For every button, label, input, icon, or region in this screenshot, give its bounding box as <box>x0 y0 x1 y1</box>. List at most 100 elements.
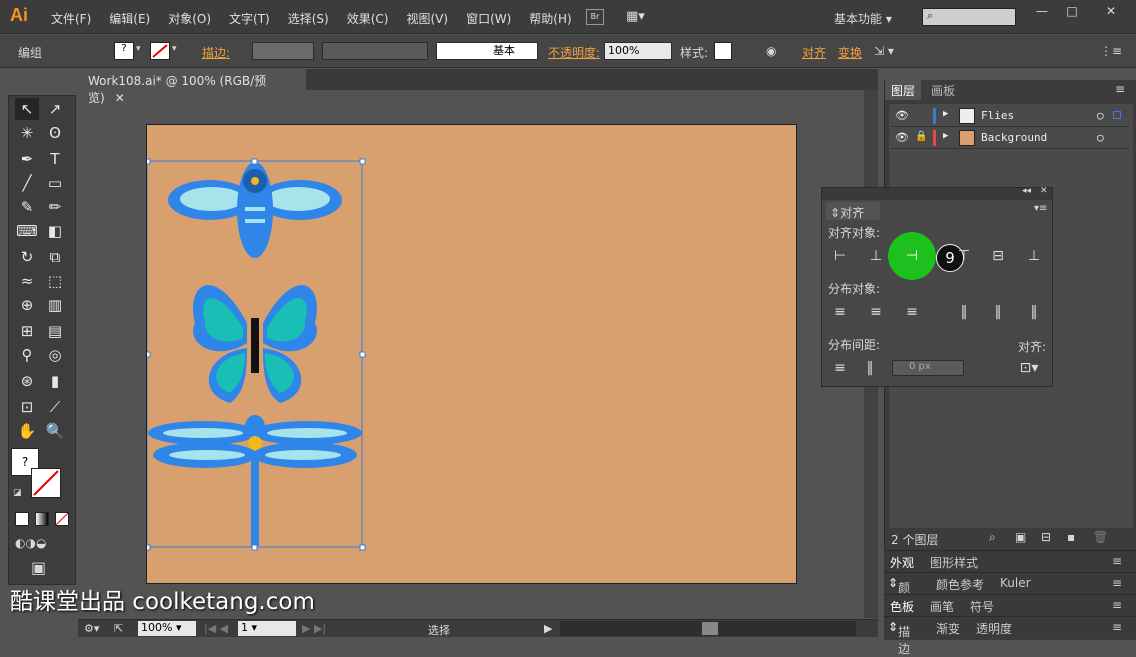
symbol-sprayer-tool-icon[interactable]: ⊛ <box>15 370 39 392</box>
horizontal-distribute-left-icon[interactable]: ‖ <box>956 304 972 320</box>
tab-stroke[interactable]: ⇕ 描边 <box>888 620 910 656</box>
menu-window[interactable]: 窗口(W) <box>457 10 520 27</box>
stroke-swatch[interactable] <box>150 42 170 60</box>
panel-menu-icon[interactable]: ≡ <box>1112 620 1122 634</box>
opacity-label[interactable]: 不透明度: <box>548 44 600 61</box>
menu-file[interactable]: 文件(F) <box>42 10 100 27</box>
perspective-grid-tool-icon[interactable]: ▥ <box>43 294 67 316</box>
artboard-tool-icon[interactable]: ⊡ <box>15 396 39 418</box>
locate-object-icon[interactable]: ⌕ <box>989 530 996 545</box>
panel-close-icon[interactable]: ✕ <box>1040 186 1048 196</box>
close-button[interactable]: ✕ <box>1090 4 1132 20</box>
document-tab[interactable]: Work108.ai* @ 100% (RGB/预览) ✕ <box>78 69 306 105</box>
opacity-field[interactable]: 100% <box>604 42 672 60</box>
visibility-eye-icon[interactable]: 👁 <box>895 109 909 122</box>
tab-color-guide[interactable]: 颜色参考 <box>936 576 984 593</box>
stroke-dropdown-icon[interactable]: ▾ <box>172 44 177 54</box>
layer-name[interactable]: Flies <box>981 109 1014 122</box>
artboard[interactable] <box>144 124 797 584</box>
minimize-button[interactable]: — <box>1028 4 1056 20</box>
panel-menu-icon[interactable]: ≡ <box>1112 576 1122 590</box>
hand-tool-icon[interactable]: ✋ <box>15 420 39 442</box>
direct-selection-tool-icon[interactable]: ↗ <box>43 98 67 120</box>
panel-menu-icon[interactable]: ≡ <box>1112 554 1122 568</box>
eyedropper-tool-icon[interactable]: ⚲ <box>15 344 39 366</box>
stroke-color-box[interactable] <box>31 468 61 498</box>
pencil-tool-icon[interactable]: ✏ <box>43 196 67 218</box>
fill-swatch[interactable]: ? <box>114 42 134 60</box>
horizontal-distribute-right-icon[interactable]: ‖ <box>1026 304 1042 320</box>
target-icon[interactable]: ○ <box>1097 109 1104 122</box>
type-tool-icon[interactable]: T <box>43 148 67 170</box>
free-transform-tool-icon[interactable]: ⬚ <box>43 270 67 292</box>
close-tab-icon[interactable]: ✕ <box>115 91 125 105</box>
screen-mode-icon[interactable]: ▣ <box>31 558 46 577</box>
tab-graphic-styles[interactable]: 图形样式 <box>930 554 978 571</box>
color-mode-icon[interactable] <box>15 512 29 526</box>
tab-symbols[interactable]: 符号 <box>970 598 994 615</box>
collapse-icon[interactable]: ◂◂ <box>1022 186 1031 196</box>
paintbrush-tool-icon[interactable]: ✎ <box>15 196 39 218</box>
search-input[interactable]: ⌕ <box>922 8 1016 26</box>
horizontal-distribute-space-icon[interactable]: ‖ <box>862 360 878 376</box>
tab-kuler[interactable]: Kuler <box>1000 576 1031 590</box>
eraser-tool-icon[interactable]: ◧ <box>43 220 67 242</box>
layers-menu-icon[interactable]: ≡ <box>1115 82 1125 96</box>
align-to-dropdown-icon[interactable]: ⊡▾ <box>1016 360 1042 376</box>
panel-menu-icon[interactable]: ≡ <box>1112 598 1122 612</box>
last-page-icon[interactable]: ▶ ▶| <box>302 622 326 635</box>
selection-indicator[interactable] <box>1113 111 1121 119</box>
vertical-align-center-icon[interactable]: ⊟ <box>990 248 1006 264</box>
scale-tool-icon[interactable]: ⧉ <box>43 246 67 268</box>
tab-appearance[interactable]: 外观 <box>890 554 914 571</box>
layer-name[interactable]: Background <box>981 131 1047 144</box>
tab-gradient[interactable]: 渐变 <box>936 620 960 637</box>
artboard-navigator-icon[interactable]: ⚙▾ <box>84 622 99 635</box>
tab-artboards[interactable]: 画板 <box>925 80 961 100</box>
none-mode-icon[interactable] <box>55 512 69 526</box>
drawing-modes-icon[interactable]: ◐◑◒ <box>15 536 46 550</box>
recolor-icon[interactable]: ◉ <box>766 44 776 58</box>
zoom-field[interactable]: 100% ▾ <box>138 621 196 636</box>
vertical-align-bottom-icon[interactable]: ⊥ <box>1026 248 1042 264</box>
menu-view[interactable]: 视图(V) <box>397 10 457 27</box>
rectangle-tool-icon[interactable]: ▭ <box>43 172 67 194</box>
gradient-mode-icon[interactable] <box>35 512 49 526</box>
vertical-distribute-space-icon[interactable]: ≡ <box>832 360 848 376</box>
page-field[interactable]: 1 ▾ <box>238 621 296 636</box>
vertical-distribute-top-icon[interactable]: ≡ <box>832 304 848 320</box>
default-colors-icon[interactable]: ◪ <box>13 488 22 498</box>
stroke-weight-field[interactable] <box>252 42 314 60</box>
stroke-label[interactable]: 描边: <box>202 44 230 61</box>
rotate-tool-icon[interactable]: ↻ <box>15 246 39 268</box>
menu-effect[interactable]: 效果(C) <box>338 10 398 27</box>
align-link[interactable]: 对齐 <box>802 44 826 61</box>
layer-row[interactable]: 👁 ▶ Flies ○ <box>891 106 1129 127</box>
gradient-tool-icon[interactable]: ▤ <box>43 320 67 342</box>
selection-tool-icon[interactable]: ↖ <box>15 98 39 120</box>
new-layer-icon[interactable]: ▪ <box>1067 530 1075 544</box>
export-icon[interactable]: ⇱ <box>114 622 123 635</box>
horizontal-align-center-icon[interactable]: ⊥ <box>868 248 884 264</box>
vertical-align-top-icon[interactable]: ⊤ <box>956 248 972 264</box>
align-panel-header[interactable]: ◂◂ ✕ <box>822 186 1052 200</box>
blend-tool-icon[interactable]: ◎ <box>43 344 67 366</box>
menu-select[interactable]: 选择(S) <box>279 10 338 27</box>
vertical-distribute-bottom-icon[interactable]: ≡ <box>904 304 920 320</box>
shape-builder-tool-icon[interactable]: ⊕ <box>15 294 39 316</box>
vertical-distribute-center-icon[interactable]: ≡ <box>868 304 884 320</box>
fill-dropdown-icon[interactable]: ▾ <box>136 44 141 54</box>
menu-type[interactable]: 文字(T) <box>220 10 279 27</box>
horizontal-align-left-icon[interactable]: ⊢ <box>832 248 848 264</box>
clipping-mask-icon[interactable]: ▣ <box>1015 530 1026 544</box>
maximize-button[interactable]: □ <box>1058 4 1086 20</box>
new-sublayer-icon[interactable]: ⊟ <box>1041 530 1051 544</box>
blob-brush-tool-icon[interactable]: ⌨ <box>15 220 39 242</box>
horizontal-distribute-center-icon[interactable]: ‖ <box>990 304 1006 320</box>
expand-arrow-icon[interactable]: ▶ <box>943 131 948 141</box>
menu-object[interactable]: 对象(O) <box>159 10 220 27</box>
graphic-style-swatch[interactable] <box>714 42 732 60</box>
bridge-button[interactable]: Br <box>586 9 604 25</box>
spacing-field[interactable]: 0 px <box>892 360 964 376</box>
isolate-icon[interactable]: ⇲ ▾ <box>874 44 894 58</box>
